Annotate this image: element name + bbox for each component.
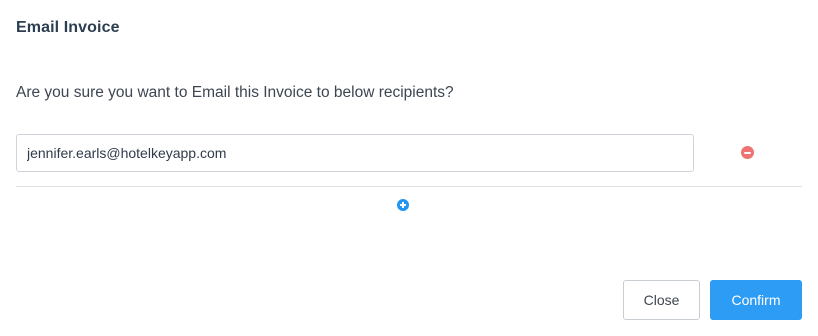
dialog-title: Email Invoice (16, 19, 120, 36)
confirmation-message: Are you sure you want to Email this Invo… (16, 84, 454, 101)
minus-circle-icon[interactable] (741, 146, 754, 159)
close-button[interactable]: Close (623, 280, 700, 320)
plus-circle-icon[interactable] (397, 199, 409, 211)
email-invoice-dialog: Email Invoice Are you sure you want to E… (0, 0, 818, 336)
recipient-row (16, 134, 802, 187)
confirm-button[interactable]: Confirm (710, 280, 802, 320)
recipient-email-input[interactable] (16, 134, 694, 172)
